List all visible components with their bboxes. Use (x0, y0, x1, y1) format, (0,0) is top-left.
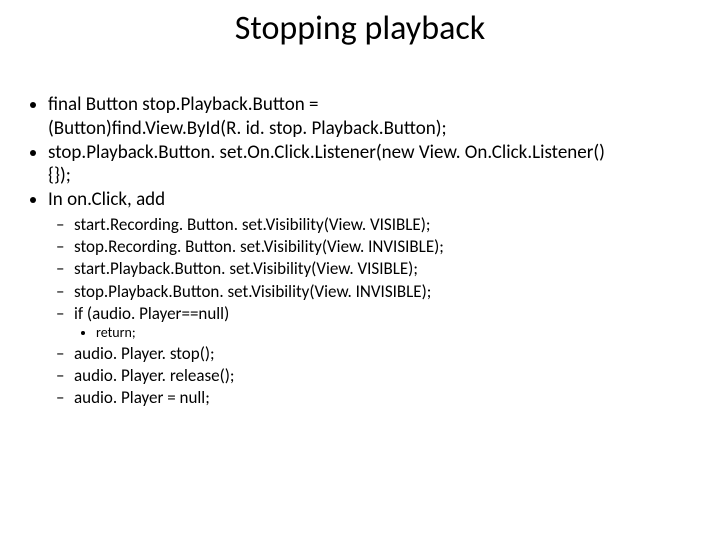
bullet-text: stop.Playback.Button. set.On.Click.Liste… (48, 141, 605, 164)
sub-sub-bullet-item: return; (96, 324, 694, 342)
bullet-text: stop.Recording. Button. set.Visibility(V… (74, 236, 444, 257)
bullet-text: stop.Playback.Button. set.Visibility(Vie… (74, 281, 431, 302)
sub-bullet-item: stop.Recording. Button. set.Visibility(V… (74, 236, 694, 257)
sub-bullet-item: start.Recording. Button. set.Visibility(… (74, 214, 694, 235)
bullet-list-level3: return; (74, 324, 694, 342)
bullet-item: In on.Click, add start.Recording. Button… (48, 188, 694, 408)
bullet-text: In on.Click, add (48, 188, 165, 211)
sub-bullet-item: start.Playback.Button. set.Visibility(Vi… (74, 258, 694, 279)
slide-title: Stopping playback (26, 8, 694, 49)
sub-bullet-item: audio. Player. stop(); (74, 343, 694, 364)
sub-bullet-item: stop.Playback.Button. set.Visibility(Vie… (74, 281, 694, 302)
bullet-item: stop.Playback.Button. set.On.Click.Liste… (48, 141, 694, 189)
bullet-item: final Button stop.Playback.Button = (But… (48, 93, 694, 141)
bullet-text: return; (96, 324, 136, 341)
bullet-text: final Button stop.Playback.Button = (48, 93, 319, 116)
sub-bullet-item: audio. Player = null; (74, 387, 694, 408)
bullet-list-level2: start.Recording. Button. set.Visibility(… (48, 214, 694, 409)
sub-bullet-item: if (audio. Player==null) return; (74, 303, 694, 342)
bullet-list-level1: final Button stop.Playback.Button = (But… (26, 93, 694, 408)
bullet-text: audio. Player. stop(); (74, 343, 215, 364)
sub-bullet-item: audio. Player. release(); (74, 365, 694, 386)
bullet-text: {}); (48, 164, 71, 187)
bullet-text: start.Recording. Button. set.Visibility(… (74, 214, 430, 235)
bullet-text: start.Playback.Button. set.Visibility(Vi… (74, 258, 418, 279)
bullet-text: (Button)find.View.ById(R. id. stop. Play… (48, 117, 447, 140)
bullet-text: audio. Player. release(); (74, 365, 234, 386)
slide: Stopping playback final Button stop.Play… (0, 0, 720, 540)
bullet-text: audio. Player = null; (74, 387, 210, 408)
bullet-text: if (audio. Player==null) (74, 303, 229, 324)
